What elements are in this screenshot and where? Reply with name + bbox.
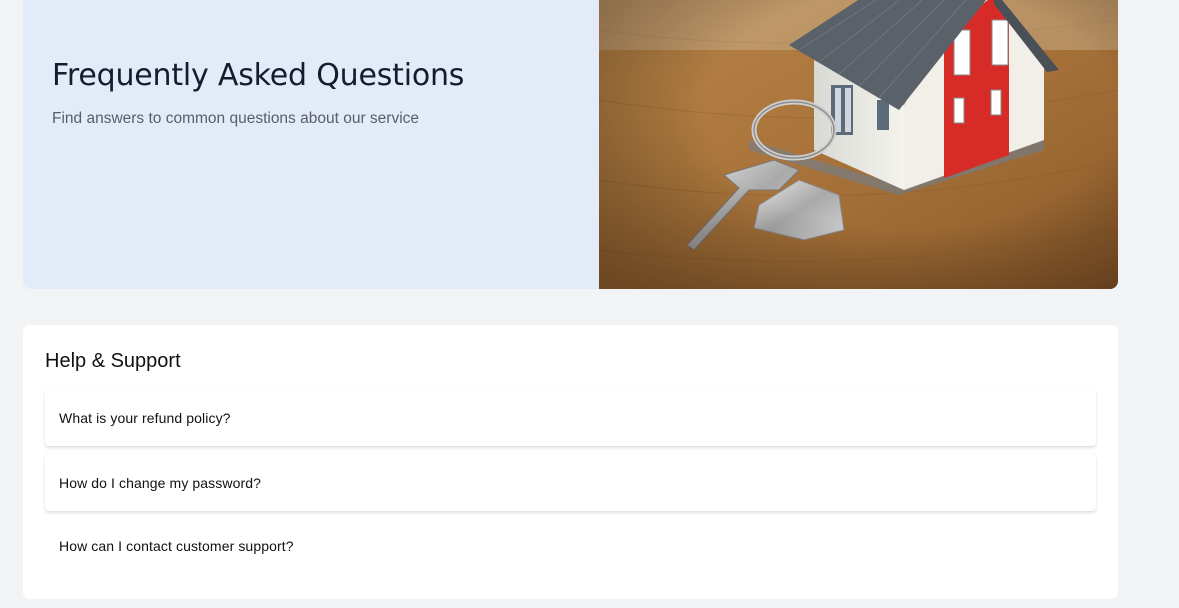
faq-question: How can I contact customer support?	[59, 538, 294, 554]
help-support-card: Help & Support What is your refund polic…	[23, 325, 1118, 599]
faq-hero-banner: Frequently Asked Questions Find answers …	[23, 0, 1118, 289]
faq-item-refund-policy[interactable]: What is your refund policy?	[45, 389, 1096, 446]
faq-item-contact-support[interactable]: How can I contact customer support?	[45, 519, 1096, 573]
faq-list: What is your refund policy? How do I cha…	[45, 389, 1096, 573]
faq-item-change-password[interactable]: How do I change my password?	[45, 454, 1096, 511]
page-subtitle: Find answers to common questions about o…	[52, 110, 420, 127]
faq-question: How do I change my password?	[59, 474, 262, 491]
support-section-title: Help & Support	[45, 350, 181, 372]
hero-house-keys-image	[599, 0, 1118, 289]
faq-question: What is your refund policy?	[59, 409, 231, 426]
page-title: Frequently Asked Questions	[52, 58, 465, 93]
hero-text-panel: Frequently Asked Questions Find answers …	[23, 0, 599, 289]
